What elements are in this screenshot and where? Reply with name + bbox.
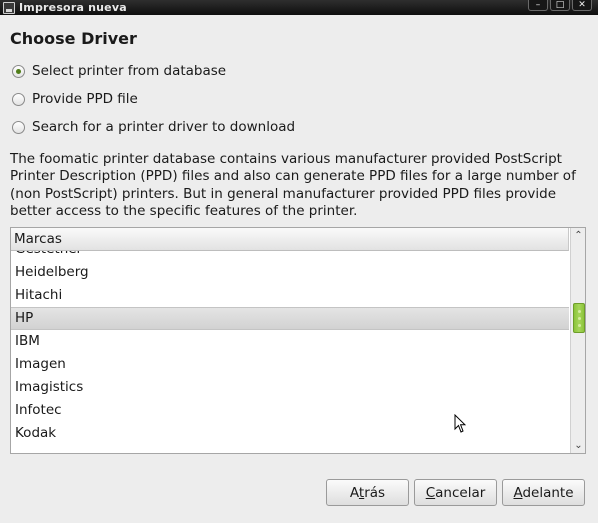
vertical-scrollbar[interactable]: ⌃ ⌄ xyxy=(570,228,585,453)
option-label: Select printer from database xyxy=(32,63,227,79)
grip-dot xyxy=(578,310,581,313)
option-label: Search for a printer driver to download xyxy=(32,119,296,135)
list-item-selected[interactable]: HP xyxy=(11,307,569,330)
mnemonic-letter: C xyxy=(425,484,436,501)
radio-button[interactable] xyxy=(12,64,25,78)
radio-button[interactable] xyxy=(12,120,25,134)
description-text: The foomatic printer database contains v… xyxy=(10,151,576,219)
option-provide-ppd[interactable]: Provide PPD file xyxy=(12,91,138,107)
close-button[interactable]: ✕ xyxy=(572,0,592,11)
list-item[interactable]: Infotec xyxy=(11,399,569,422)
forward-button-label: Adelante xyxy=(513,484,574,501)
option-select-from-database[interactable]: Select printer from database xyxy=(12,63,226,79)
column-header-marcas[interactable]: Marcas xyxy=(11,228,569,251)
radio-button[interactable] xyxy=(12,92,25,106)
list-item[interactable]: Imagistics xyxy=(11,376,569,399)
scrollbar-thumb[interactable] xyxy=(573,303,585,333)
cancel-button-label: Cancelar xyxy=(425,484,486,501)
page-title: Choose Driver xyxy=(10,29,137,48)
list-item[interactable]: Hitachi xyxy=(11,284,569,307)
window-title: Impresora nueva xyxy=(19,1,127,14)
title-bar[interactable]: Impresora nueva – □ ✕ xyxy=(0,0,598,15)
close-icon: ✕ xyxy=(578,0,586,10)
grip-dot xyxy=(578,324,581,327)
back-button-label: Atrás xyxy=(349,484,386,501)
forward-button[interactable]: Adelante xyxy=(502,479,585,506)
mnemonic-letter: t xyxy=(358,484,365,501)
window-controls: – □ ✕ xyxy=(528,0,592,11)
scroll-up-icon[interactable]: ⌃ xyxy=(571,228,585,243)
list-item[interactable]: IBM xyxy=(11,330,569,353)
maximize-icon: □ xyxy=(555,0,565,10)
list-viewport[interactable]: Gestetner Heidelberg Hitachi HP IBM Imag… xyxy=(11,251,569,453)
back-button[interactable]: Atrás xyxy=(326,479,409,506)
cancel-button[interactable]: Cancelar xyxy=(414,479,497,506)
scroll-down-icon[interactable]: ⌄ xyxy=(571,438,585,453)
list-item[interactable]: Kodak xyxy=(11,422,569,445)
mouse-cursor-icon xyxy=(454,414,466,433)
list-item[interactable]: Imagen xyxy=(11,353,569,376)
option-search-driver[interactable]: Search for a printer driver to download xyxy=(12,119,295,135)
manufacturer-list[interactable]: Marcas Gestetner Heidelberg Hitachi HP I… xyxy=(10,227,586,454)
list-item[interactable]: Gestetner xyxy=(11,251,569,261)
minimize-button[interactable]: – xyxy=(528,0,548,11)
grip-dot xyxy=(578,317,581,320)
maximize-button[interactable]: □ xyxy=(550,0,570,11)
minimize-icon: – xyxy=(535,0,541,10)
list-item[interactable]: Heidelberg xyxy=(11,261,569,284)
printer-icon xyxy=(3,1,15,14)
option-label: Provide PPD file xyxy=(32,91,138,107)
mnemonic-letter: A xyxy=(513,484,523,501)
